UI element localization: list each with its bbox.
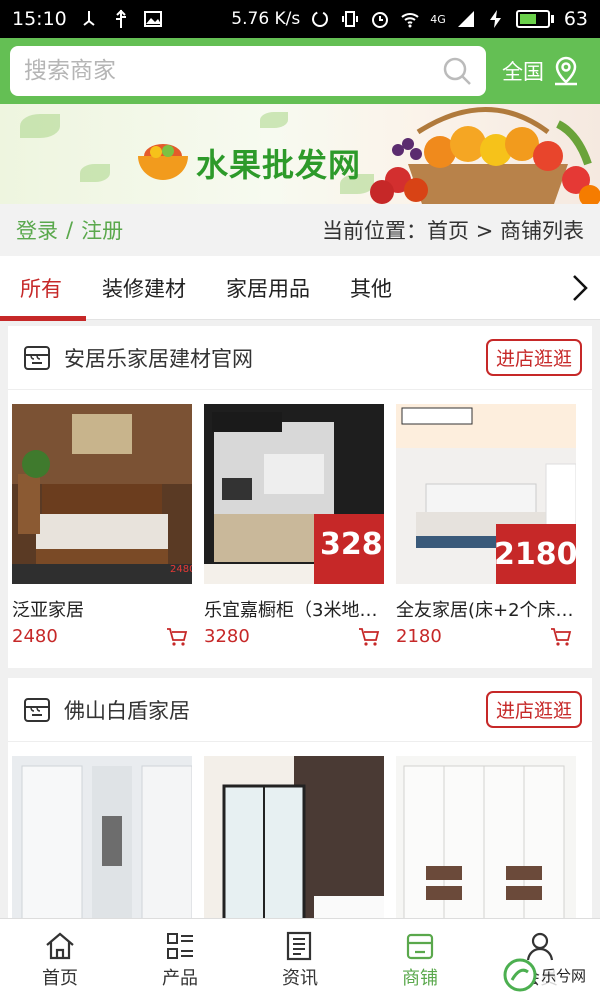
login-register-separator: / [66,218,74,242]
product-card[interactable]: 3280 乐宜嘉橱柜（3米地… 3280 [204,404,404,647]
product-price: 2180 [396,626,442,647]
store-header: 佛山白盾家居 进店逛逛 [8,678,592,742]
battery-level: 63 [563,8,588,30]
shop-icon [24,697,50,722]
tab-home-goods[interactable]: 家居用品 [206,256,330,320]
chevron-right-icon [573,274,588,301]
region-selector[interactable]: 全国 [502,56,580,86]
image-icon [143,11,162,27]
product-card[interactable] [12,756,193,918]
enter-store-button[interactable]: 进店逛逛 [485,339,582,376]
search-input[interactable] [24,58,442,84]
news-icon [286,931,312,960]
usb-debug-icon [83,11,95,26]
product-image[interactable] [12,756,193,918]
store-icon [406,933,434,959]
product-price: 2480 [12,626,58,647]
product-name[interactable]: 泛亚家居 [12,596,192,622]
fruit-bowl-logo-icon [138,144,188,180]
store-name[interactable]: 佛山白盾家居 [64,695,190,725]
product-image-price-tag: 2480 [170,564,192,575]
user-icon [526,932,554,960]
product-list-icon [167,932,193,959]
nav-news-label: 资讯 [282,967,318,989]
charging-icon [489,10,501,28]
product-name[interactable]: 全友家居(床+2个床… [396,596,576,622]
home-icon [46,932,74,959]
battery-icon [515,10,554,28]
usb-icon [115,9,126,28]
product-card[interactable]: 2480 泛亚家居 2480 [12,404,195,647]
product-image[interactable]: 2180 [396,404,578,584]
banner[interactable]: 水果批发网 [0,104,600,204]
login-link[interactable]: 登录 [16,215,58,245]
nav-news[interactable]: 资讯 [240,919,360,1000]
nav-products-label: 产品 [162,967,198,989]
banner-title: 水果批发网 [196,146,362,184]
product-card[interactable] [396,756,576,918]
shop-icon [24,345,50,370]
product-name[interactable]: 乐宜嘉橱柜（3米地… [204,596,384,622]
alarm-icon [372,12,389,28]
tab-other[interactable]: 其他 [330,256,412,320]
sync-icon [312,11,329,27]
nav-products[interactable]: 产品 [120,919,240,1000]
store-card: 佛山白盾家居 进店逛逛 [8,678,592,918]
watermark-text: 乐兮网 [540,964,586,986]
product-image[interactable]: 3280 [204,404,404,584]
nav-stores[interactable]: 商铺 [360,919,480,1000]
product-card[interactable] [204,756,384,918]
location-pin-icon [555,56,577,86]
product-image-price-tag: 3280 [320,527,384,562]
signal-icon [457,11,474,27]
product-image-price-tag: 2180 [494,537,576,572]
product-image[interactable] [396,756,576,918]
network-type: 4G [430,12,446,26]
header-bar: 全国 [0,38,600,104]
tab-building-materials[interactable]: 装修建材 [82,256,206,320]
tabs-scroll-right[interactable] [560,256,600,320]
store-header: 安居乐家居建材官网 进店逛逛 [8,326,592,390]
breadcrumb: 登录 / 注册 当前位置：首页 > 商铺列表 [0,204,600,256]
watermark: 乐兮网 [503,958,586,992]
current-location: 当前位置：首页 > 商铺列表 [322,219,584,243]
store-list: 安居乐家居建材官网 进店逛逛 2480 泛亚家居 [0,320,600,918]
region-label: 全国 [502,60,544,84]
category-tabs: 所有 装修建材 家居用品 其他 [0,256,600,321]
nav-stores-label: 商铺 [402,967,438,989]
nav-home[interactable]: 首页 [0,919,120,1000]
fruit-basket-image [370,107,600,204]
nav-home-label: 首页 [42,967,78,989]
enter-store-button[interactable]: 进店逛逛 [485,691,582,728]
store-card: 安居乐家居建材官网 进店逛逛 2480 泛亚家居 [8,326,592,668]
product-price: 3280 [204,626,250,647]
product-image[interactable] [204,756,384,918]
status-bar: 15:10 5.76 K/s 4G 63 [0,0,600,38]
cart-icon[interactable] [166,627,188,647]
search-icon[interactable] [442,56,472,86]
product-card[interactable]: 2180 全友家居(床+2个床… 2180 [396,404,578,647]
search-box[interactable] [10,46,486,96]
watermark-logo-icon [503,958,537,992]
cart-icon[interactable] [550,627,572,647]
cart-icon[interactable] [358,627,380,647]
product-image[interactable]: 2480 [12,404,195,584]
tab-all[interactable]: 所有 [0,256,86,321]
status-time: 15:10 [12,8,67,30]
network-speed: 5.76 K/s [231,9,301,29]
vibrate-icon [342,11,359,27]
store-name[interactable]: 安居乐家居建材官网 [64,343,253,373]
wifi-icon [401,13,419,28]
register-link[interactable]: 注册 [81,215,123,245]
